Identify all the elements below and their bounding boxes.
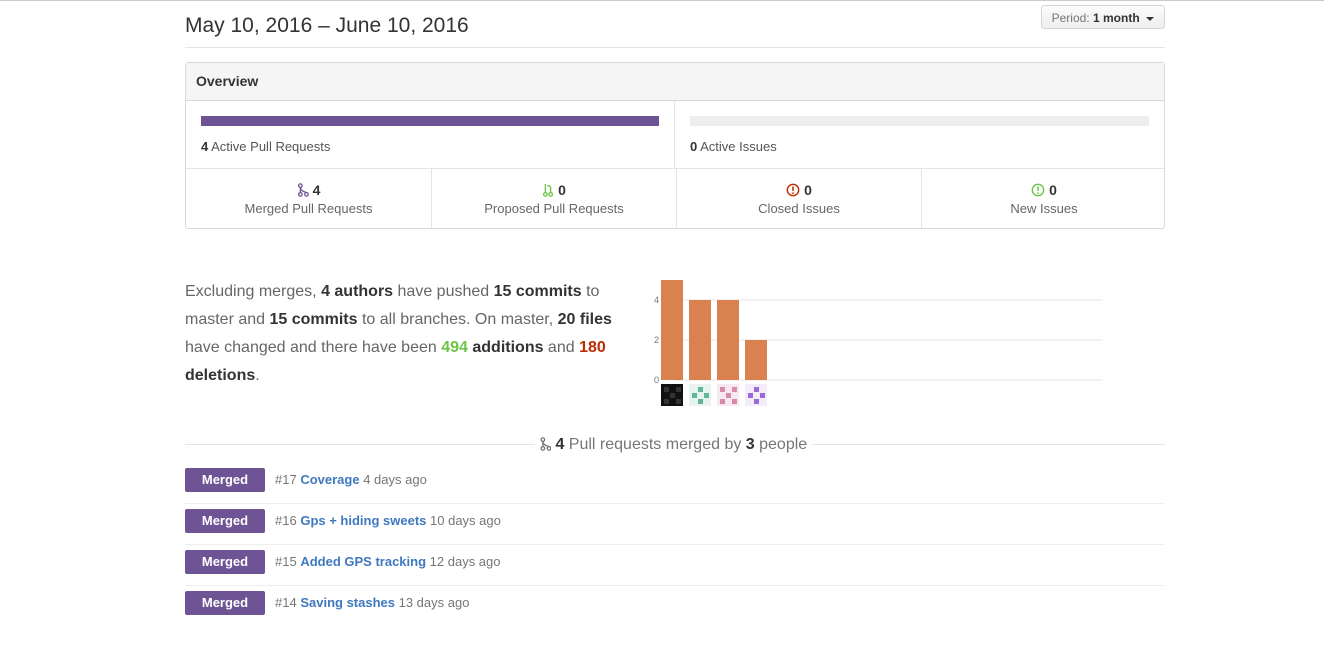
pull-requests-bar — [201, 116, 659, 126]
active-issues-label: Active Issues — [700, 139, 777, 154]
merged-badge: Merged — [185, 509, 265, 533]
merged-section-title: 4 Pull requests merged by 3 people — [535, 435, 813, 455]
pr-age: 4 days ago — [363, 472, 427, 487]
deletions-label: deletions — [185, 367, 256, 384]
chart-bar[interactable] — [661, 280, 683, 380]
commits-all: 15 commits — [269, 311, 358, 328]
git-merge-icon — [297, 183, 309, 197]
active-pull-requests[interactable]: 4 Active Pull Requests — [186, 101, 675, 168]
git-pull-request-icon — [543, 183, 554, 197]
pr-age: 13 days ago — [398, 595, 470, 610]
pull-requests-bar-fill — [201, 116, 659, 126]
pull-request-row: Merged #14 Saving stashes 13 days ago — [185, 586, 1165, 627]
period-select-button[interactable]: Period: 1 month — [1040, 5, 1165, 29]
proposed-pull-requests-stat[interactable]: 0 Proposed Pull Requests — [431, 169, 676, 228]
period-label: Period: — [1051, 11, 1090, 25]
git-merge-icon — [540, 437, 552, 451]
pr-title-link[interactable]: Saving stashes — [300, 595, 395, 610]
pull-request-row: Merged #16 Gps + hiding sweets 10 days a… — [185, 504, 1165, 545]
proposed-count: 0 — [558, 182, 566, 198]
closed-label: Closed Issues — [758, 201, 840, 216]
pull-request-row: Merged #17 Coverage 4 days ago — [185, 463, 1165, 504]
active-pull-requests-count: 4 — [201, 139, 209, 154]
additions-label: additions — [472, 339, 544, 356]
chart-bar[interactable] — [745, 340, 767, 380]
caret-down-icon — [1146, 16, 1154, 21]
additions-count: 494 — [441, 339, 468, 356]
period-value: 1 month — [1092, 11, 1140, 25]
chart-y-tick-label: 4 — [654, 295, 659, 305]
new-label: New Issues — [1010, 201, 1078, 216]
new-count: 0 — [1049, 182, 1057, 198]
issues-bar — [690, 116, 1149, 126]
date-header: May 10, 2016 – June 10, 2016 Period: 1 m… — [185, 5, 1165, 48]
merged-count: 4 — [312, 182, 321, 198]
commits-master: 15 commits — [493, 283, 582, 300]
pr-number: #17 — [275, 472, 297, 487]
commits-by-author-chart: 0 2 4 — [654, 280, 1103, 406]
merged-people-count: 3 — [745, 436, 755, 453]
pr-number: #14 — [275, 595, 297, 610]
chart-bar[interactable] — [689, 300, 711, 380]
merged-badge: Merged — [185, 550, 265, 574]
files-changed: 20 files — [557, 311, 612, 328]
author-avatar[interactable] — [745, 384, 767, 406]
closed-count: 0 — [804, 182, 812, 198]
commit-summary: Excluding merges, 4 authors have pushed … — [185, 283, 612, 384]
pr-age: 10 days ago — [430, 513, 501, 528]
pr-title-link[interactable]: Coverage — [300, 472, 359, 487]
pr-number: #15 — [275, 554, 297, 569]
overview-panel: Overview 4 Active Pull Requests 0 Active… — [185, 62, 1165, 229]
new-issues-stat[interactable]: 0 New Issues — [921, 169, 1166, 228]
merged-badge: Merged — [185, 468, 265, 492]
proposed-label: Proposed Pull Requests — [484, 201, 624, 216]
date-range: May 10, 2016 – June 10, 2016 — [185, 14, 469, 37]
author-avatar[interactable] — [689, 384, 711, 406]
pull-request-row: Merged #15 Added GPS tracking 12 days ag… — [185, 545, 1165, 586]
pr-number: #16 — [275, 513, 297, 528]
deletions-count: 180 — [579, 339, 606, 356]
author-avatar[interactable] — [717, 384, 739, 406]
issue-opened-icon — [1031, 183, 1045, 197]
active-pull-requests-label: Active Pull Requests — [211, 139, 331, 154]
pr-title-link[interactable]: Added GPS tracking — [300, 554, 426, 569]
merged-label: Merged Pull Requests — [244, 201, 373, 216]
author-avatar[interactable] — [661, 384, 683, 406]
merged-pull-requests-stat[interactable]: 4 Merged Pull Requests — [186, 169, 431, 228]
issue-closed-icon — [786, 183, 800, 197]
closed-issues-stat[interactable]: 0 Closed Issues — [676, 169, 921, 228]
authors-link[interactable]: 4 authors — [321, 283, 393, 300]
chart-y-tick-label: 0 — [654, 375, 659, 385]
pr-age: 12 days ago — [429, 554, 501, 569]
chart-bar[interactable] — [717, 300, 739, 380]
chart-y-tick-label: 2 — [654, 335, 659, 345]
merged-badge: Merged — [185, 591, 265, 615]
overview-title: Overview — [186, 63, 1164, 101]
active-issues[interactable]: 0 Active Issues — [675, 101, 1164, 168]
active-issues-count: 0 — [690, 139, 698, 154]
pr-title-link[interactable]: Gps + hiding sweets — [300, 513, 426, 528]
